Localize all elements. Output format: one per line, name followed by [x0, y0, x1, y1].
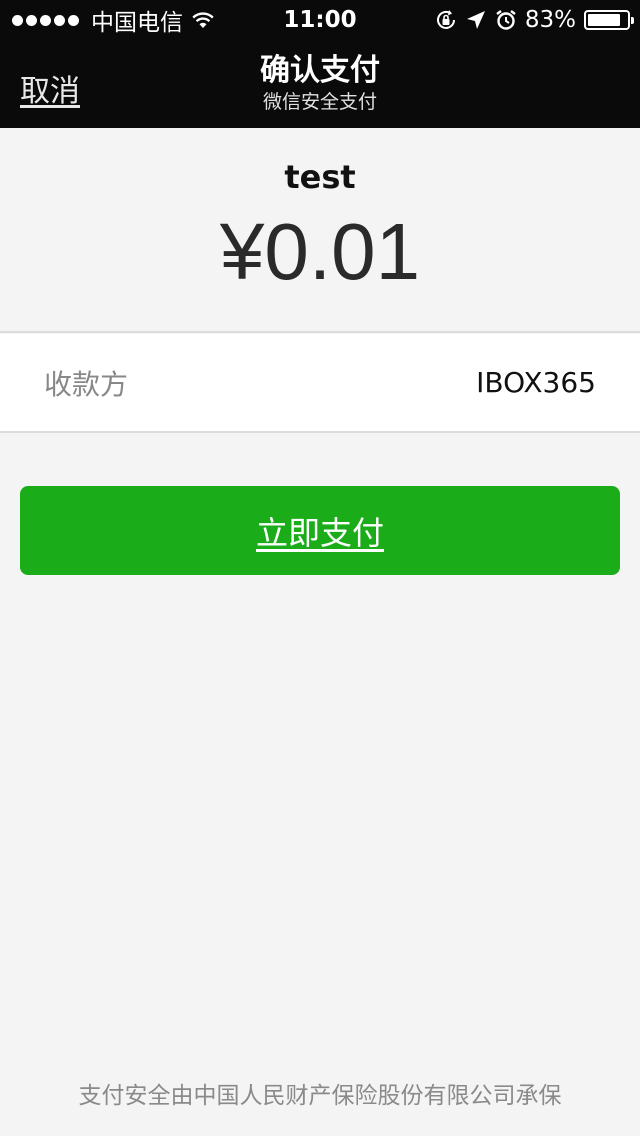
payment-confirm-screen: 中国电信 11:00 83% 取消 确认支付 微信安全支付 test ¥0.01… [0, 0, 640, 1136]
nav-title-group: 确认支付 微信安全支付 [0, 52, 640, 114]
status-bar-left: 中国电信 [12, 3, 215, 37]
location-icon [466, 11, 485, 29]
battery-percent: 83% [524, 7, 576, 33]
status-bar: 中国电信 11:00 83% [0, 0, 640, 40]
battery-icon [584, 10, 634, 30]
product-name: test [284, 158, 356, 196]
battery-fill [588, 14, 620, 26]
nav-bar: 取消 确认支付 微信安全支付 [0, 40, 640, 128]
page-title: 确认支付 [260, 53, 380, 88]
payee-label: 收款方 [44, 367, 129, 401]
wifi-icon [192, 12, 214, 28]
payment-amount: ¥0.01 [219, 207, 421, 296]
alarm-icon [496, 10, 516, 30]
pay-now-button[interactable]: 立即支付 [20, 486, 620, 575]
page-subtitle: 微信安全支付 [262, 91, 377, 113]
payee-row: 收款方 IBOX365 [0, 334, 640, 433]
carrier-name: 中国电信 [91, 10, 183, 36]
rotation-lock-icon [436, 10, 455, 29]
insurance-note: 支付安全由中国人民财产保险股份有限公司承保 [78, 1083, 562, 1109]
status-time: 11:00 [283, 7, 357, 33]
status-bar-right: 83% [435, 7, 634, 33]
signal-dots-icon [12, 14, 79, 26]
order-summary: test ¥0.01 [0, 128, 640, 333]
payee-value: IBOX365 [476, 366, 596, 399]
